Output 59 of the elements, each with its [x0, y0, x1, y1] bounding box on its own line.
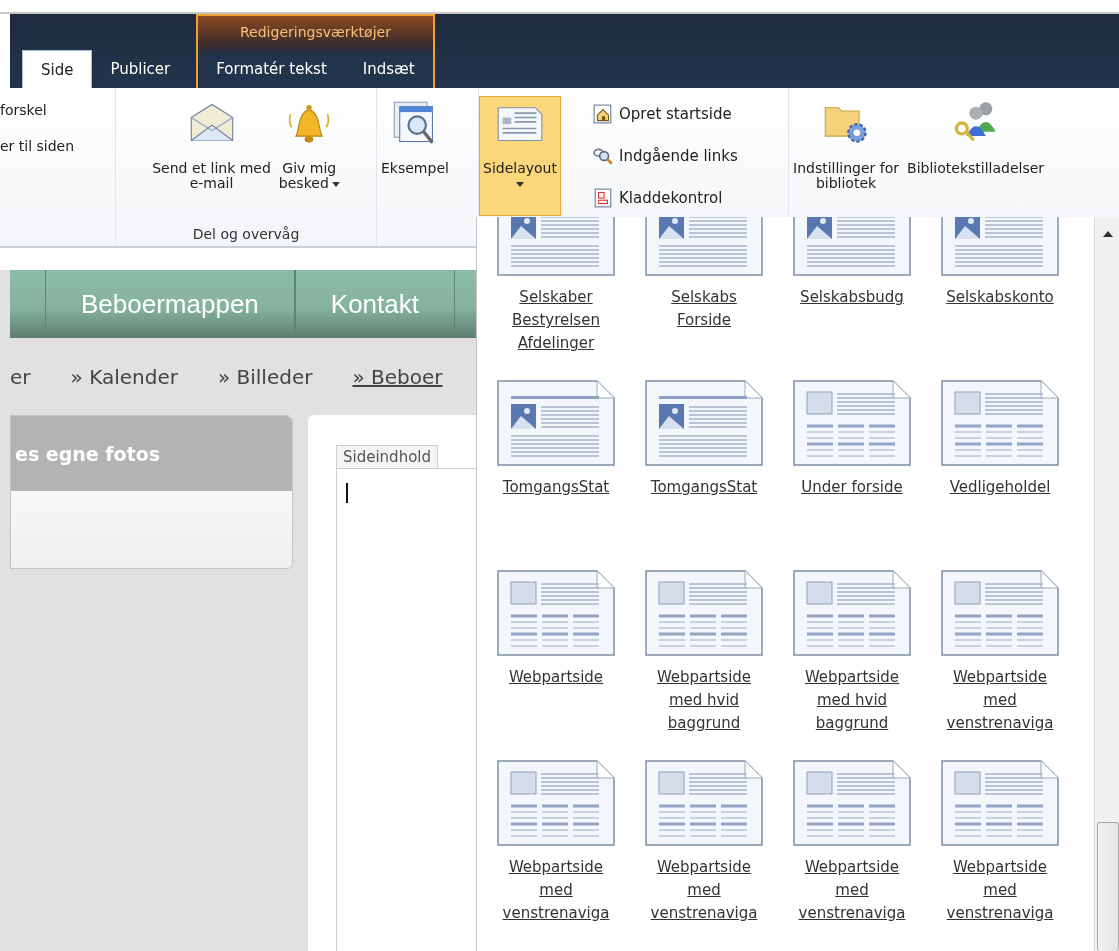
scrollbar[interactable]: [1094, 217, 1119, 951]
layout-link[interactable]: Vedligeholdel: [949, 476, 1051, 499]
ribbon-button[interactable]: Indgående links: [589, 136, 742, 176]
ribbon-button[interactable]: Send et link med e-mail: [148, 96, 275, 196]
panel-title: es egne fotos: [15, 442, 161, 465]
page-layout-icon[interactable]: [941, 570, 1059, 656]
layout-link[interactable]: Selskabsbudg: [800, 286, 904, 309]
page-layout-icon[interactable]: [497, 380, 615, 466]
link-magnifier-icon: [593, 146, 613, 166]
ribbon-tab[interactable]: Side: [22, 50, 93, 88]
ribbon-command[interactable]: er til siden: [0, 138, 75, 154]
caret-icon: [516, 182, 524, 187]
layout-link[interactable]: Webpartside med venstrenaviga: [946, 666, 1054, 735]
breadcrumb-link[interactable]: er: [10, 364, 31, 389]
layout-link[interactable]: Webpartside med venstrenaviga: [650, 856, 758, 925]
layout-link[interactable]: Selskaber Bestyrelsen Afdelinger: [512, 286, 600, 355]
ribbon-button[interactable]: Indstillinger for bibliotek: [789, 96, 904, 196]
page-layout-icon[interactable]: [497, 570, 615, 656]
ribbon-button[interactable]: Sidelayout: [479, 96, 561, 216]
page-layout-icon[interactable]: [793, 380, 911, 466]
page-layout-icon[interactable]: [645, 760, 763, 846]
scrollbar-thumb[interactable]: [1096, 822, 1119, 951]
ribbon-group-label: Del og overvåg: [191, 226, 301, 244]
layout-link[interactable]: Webpartside med venstrenaviga: [502, 856, 610, 925]
document-icon: [593, 188, 613, 208]
scroll-up-icon[interactable]: [1102, 231, 1113, 237]
layout-link[interactable]: Under forside: [801, 476, 903, 499]
editor-tab-label: Sideindhold: [336, 445, 438, 468]
page-layout-icon[interactable]: [497, 760, 615, 846]
layout-link[interactable]: TomgangsStat: [650, 476, 758, 499]
caret-icon: [331, 182, 340, 187]
layout-link[interactable]: Webpartside med venstrenaviga: [946, 856, 1054, 925]
ribbon-button[interactable]: Opret startside: [589, 94, 742, 134]
layout-link[interactable]: Webpartside med venstrenaviga: [798, 856, 906, 925]
breadcrumb-link[interactable]: » Kalender: [70, 364, 178, 389]
ribbon-button[interactable]: Eksempel: [377, 96, 453, 181]
page-layout-icon[interactable]: [793, 760, 911, 846]
layout-link[interactable]: Selskabskonto: [946, 286, 1054, 309]
page-layout-icon[interactable]: [645, 570, 763, 656]
text-cursor: [346, 483, 348, 503]
layout-link[interactable]: TomgangsStat: [502, 476, 610, 499]
breadcrumb-link[interactable]: » Billeder: [217, 364, 313, 389]
breadcrumb-link[interactable]: » Beboer: [352, 364, 443, 389]
layout-link[interactable]: Webpartside: [508, 666, 604, 689]
contextual-group-label: Redigeringsværktøjer: [239, 23, 392, 42]
home-page-icon: [593, 104, 613, 124]
ribbon-tab[interactable]: Indsæt: [344, 50, 433, 88]
ribbon-button[interactable]: Giv mig besked: [274, 96, 344, 196]
ribbon-tab[interactable]: Publicer: [92, 50, 189, 88]
page-layout-icon[interactable]: [645, 380, 763, 466]
layout-link[interactable]: Webpartside med hvid baggrund: [656, 666, 752, 735]
page-layout-icon[interactable]: [941, 760, 1059, 846]
layout-link[interactable]: Webpartside med hvid baggrund: [804, 666, 900, 735]
ribbon-command[interactable]: forskel: [0, 102, 47, 118]
ribbon-tab[interactable]: Formatér tekst: [198, 50, 345, 88]
page-layout-icon[interactable]: [793, 570, 911, 656]
ribbon-button[interactable]: Bibliotekstilladelser: [903, 96, 1049, 181]
page-layout-icon[interactable]: [941, 380, 1059, 466]
layout-link[interactable]: Selskabs Forside: [671, 286, 737, 332]
